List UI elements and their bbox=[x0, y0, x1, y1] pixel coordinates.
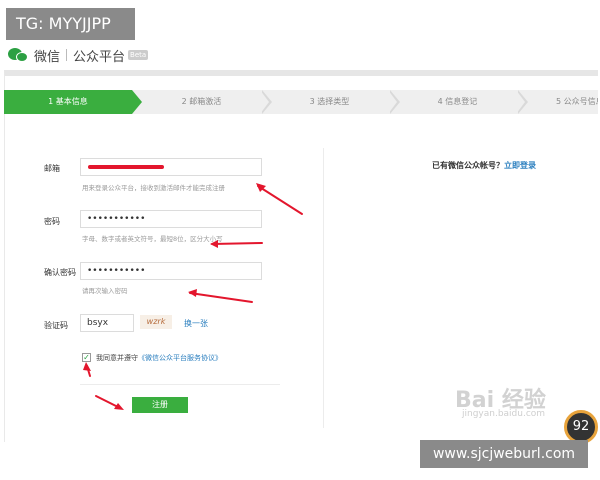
step-1-arrow bbox=[132, 90, 142, 114]
register-button[interactable]: 注册 bbox=[132, 397, 188, 413]
captcha-refresh-link[interactable]: 换一张 bbox=[184, 318, 208, 329]
captcha-label: 验证码 bbox=[44, 321, 68, 330]
captcha-field[interactable]: bsyx bbox=[80, 314, 134, 332]
confirm-password-tip: 请再次输入密码 bbox=[82, 287, 128, 295]
email-tip: 用来登录公众平台，接收到激活邮件才能完成注册 bbox=[82, 184, 225, 192]
has-account-text: 已有微信公众帐号？立即登录 bbox=[432, 160, 536, 171]
agree-label: 我同意并遵守 bbox=[96, 354, 138, 362]
logo-separator bbox=[66, 49, 68, 61]
logo-app-name: 微信 bbox=[34, 49, 61, 65]
step-bar: 1 基本信息 2 邮箱激活 3 选择类型 4 信息登记 5 公众号信息 bbox=[4, 90, 598, 114]
form-divider bbox=[80, 384, 280, 385]
wechat-icon bbox=[8, 46, 30, 64]
url-watermark: www.sjcjweburl.com bbox=[420, 440, 588, 468]
baidu-watermark-url: jingyan.baidu.com bbox=[462, 409, 546, 419]
password-label: 密码 bbox=[44, 217, 60, 226]
percent-badge: 92 bbox=[564, 410, 598, 444]
agree-checkbox[interactable]: ✓ bbox=[82, 353, 91, 362]
redaction-scribble bbox=[88, 165, 164, 169]
step-1: 1 基本信息 bbox=[4, 90, 132, 114]
step-3: 3 选择类型 bbox=[309, 97, 350, 106]
step-4: 4 信息登记 bbox=[437, 97, 478, 106]
agree-text: 我同意并遵守《微信公众平台服务协议》 bbox=[96, 353, 222, 363]
screenshot: TG: MYYJJPP 微信 公众平台 Beta 1 基本信息 2 邮箱激活 3… bbox=[0, 0, 600, 480]
step-2-arrow-inner bbox=[260, 90, 269, 114]
confirm-password-field[interactable]: ••••••••••• bbox=[80, 262, 262, 280]
password-tip: 字母、数字或者英文符号，最短8位，区分大小写 bbox=[82, 235, 223, 243]
agreement-link[interactable]: 《微信公众平台服务协议》 bbox=[138, 354, 222, 362]
has-account-label: 已有微信公众帐号？ bbox=[432, 161, 504, 170]
email-label: 邮箱 bbox=[44, 164, 60, 173]
logo-sub-name: 公众平台 bbox=[73, 49, 126, 65]
confirm-password-label: 确认密码 bbox=[44, 268, 76, 277]
tg-watermark: TG: MYYJJPP bbox=[6, 8, 135, 40]
login-link[interactable]: 立即登录 bbox=[504, 161, 536, 170]
wechat-logo[interactable]: 微信 公众平台 Beta bbox=[8, 44, 149, 66]
step-3-arrow-inner bbox=[388, 90, 397, 114]
column-divider bbox=[323, 148, 324, 428]
step-4-arrow-inner bbox=[516, 90, 525, 114]
step-2: 2 邮箱激活 bbox=[181, 97, 222, 106]
password-field[interactable]: ••••••••••• bbox=[80, 210, 262, 228]
step-5: 5 公众号信息 bbox=[556, 97, 598, 106]
captcha-image[interactable]: wzrk bbox=[140, 315, 172, 329]
beta-badge: Beta bbox=[128, 50, 149, 60]
